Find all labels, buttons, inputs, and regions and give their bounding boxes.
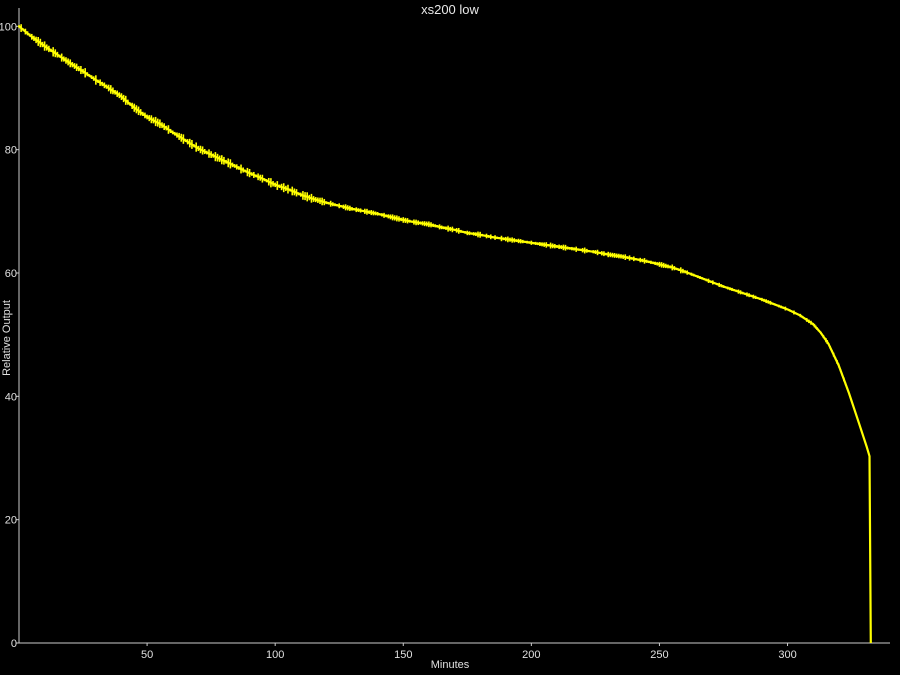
y-tick-label: 0 bbox=[11, 638, 17, 650]
line-chart: xs200 low 0 20 40 60 80 100 50 100 150 200 250 300… bbox=[0, 0, 900, 675]
x-tick-label: 200 bbox=[522, 649, 540, 661]
y-tick-label: 80 bbox=[5, 145, 17, 157]
y-tick-label: 20 bbox=[5, 515, 17, 527]
y-tick-label: 100 bbox=[0, 21, 17, 33]
chart-container: xs200 low 0 20 40 60 80 100 50 100 150 200 250 300… bbox=[0, 0, 900, 675]
chart-title: xs200 low bbox=[421, 2, 479, 17]
x-tick-label: 100 bbox=[266, 649, 284, 661]
x-tick-label: 300 bbox=[778, 649, 796, 661]
x-tick-label: 50 bbox=[141, 649, 153, 661]
chart-background bbox=[0, 0, 900, 675]
y-axis-title: Relative Output bbox=[1, 300, 13, 376]
y-tick-label: 60 bbox=[5, 268, 17, 280]
x-axis-title: Minutes bbox=[431, 659, 470, 671]
x-tick-label: 150 bbox=[394, 649, 412, 661]
x-tick-label: 250 bbox=[650, 649, 668, 661]
y-tick-label: 40 bbox=[5, 391, 17, 403]
